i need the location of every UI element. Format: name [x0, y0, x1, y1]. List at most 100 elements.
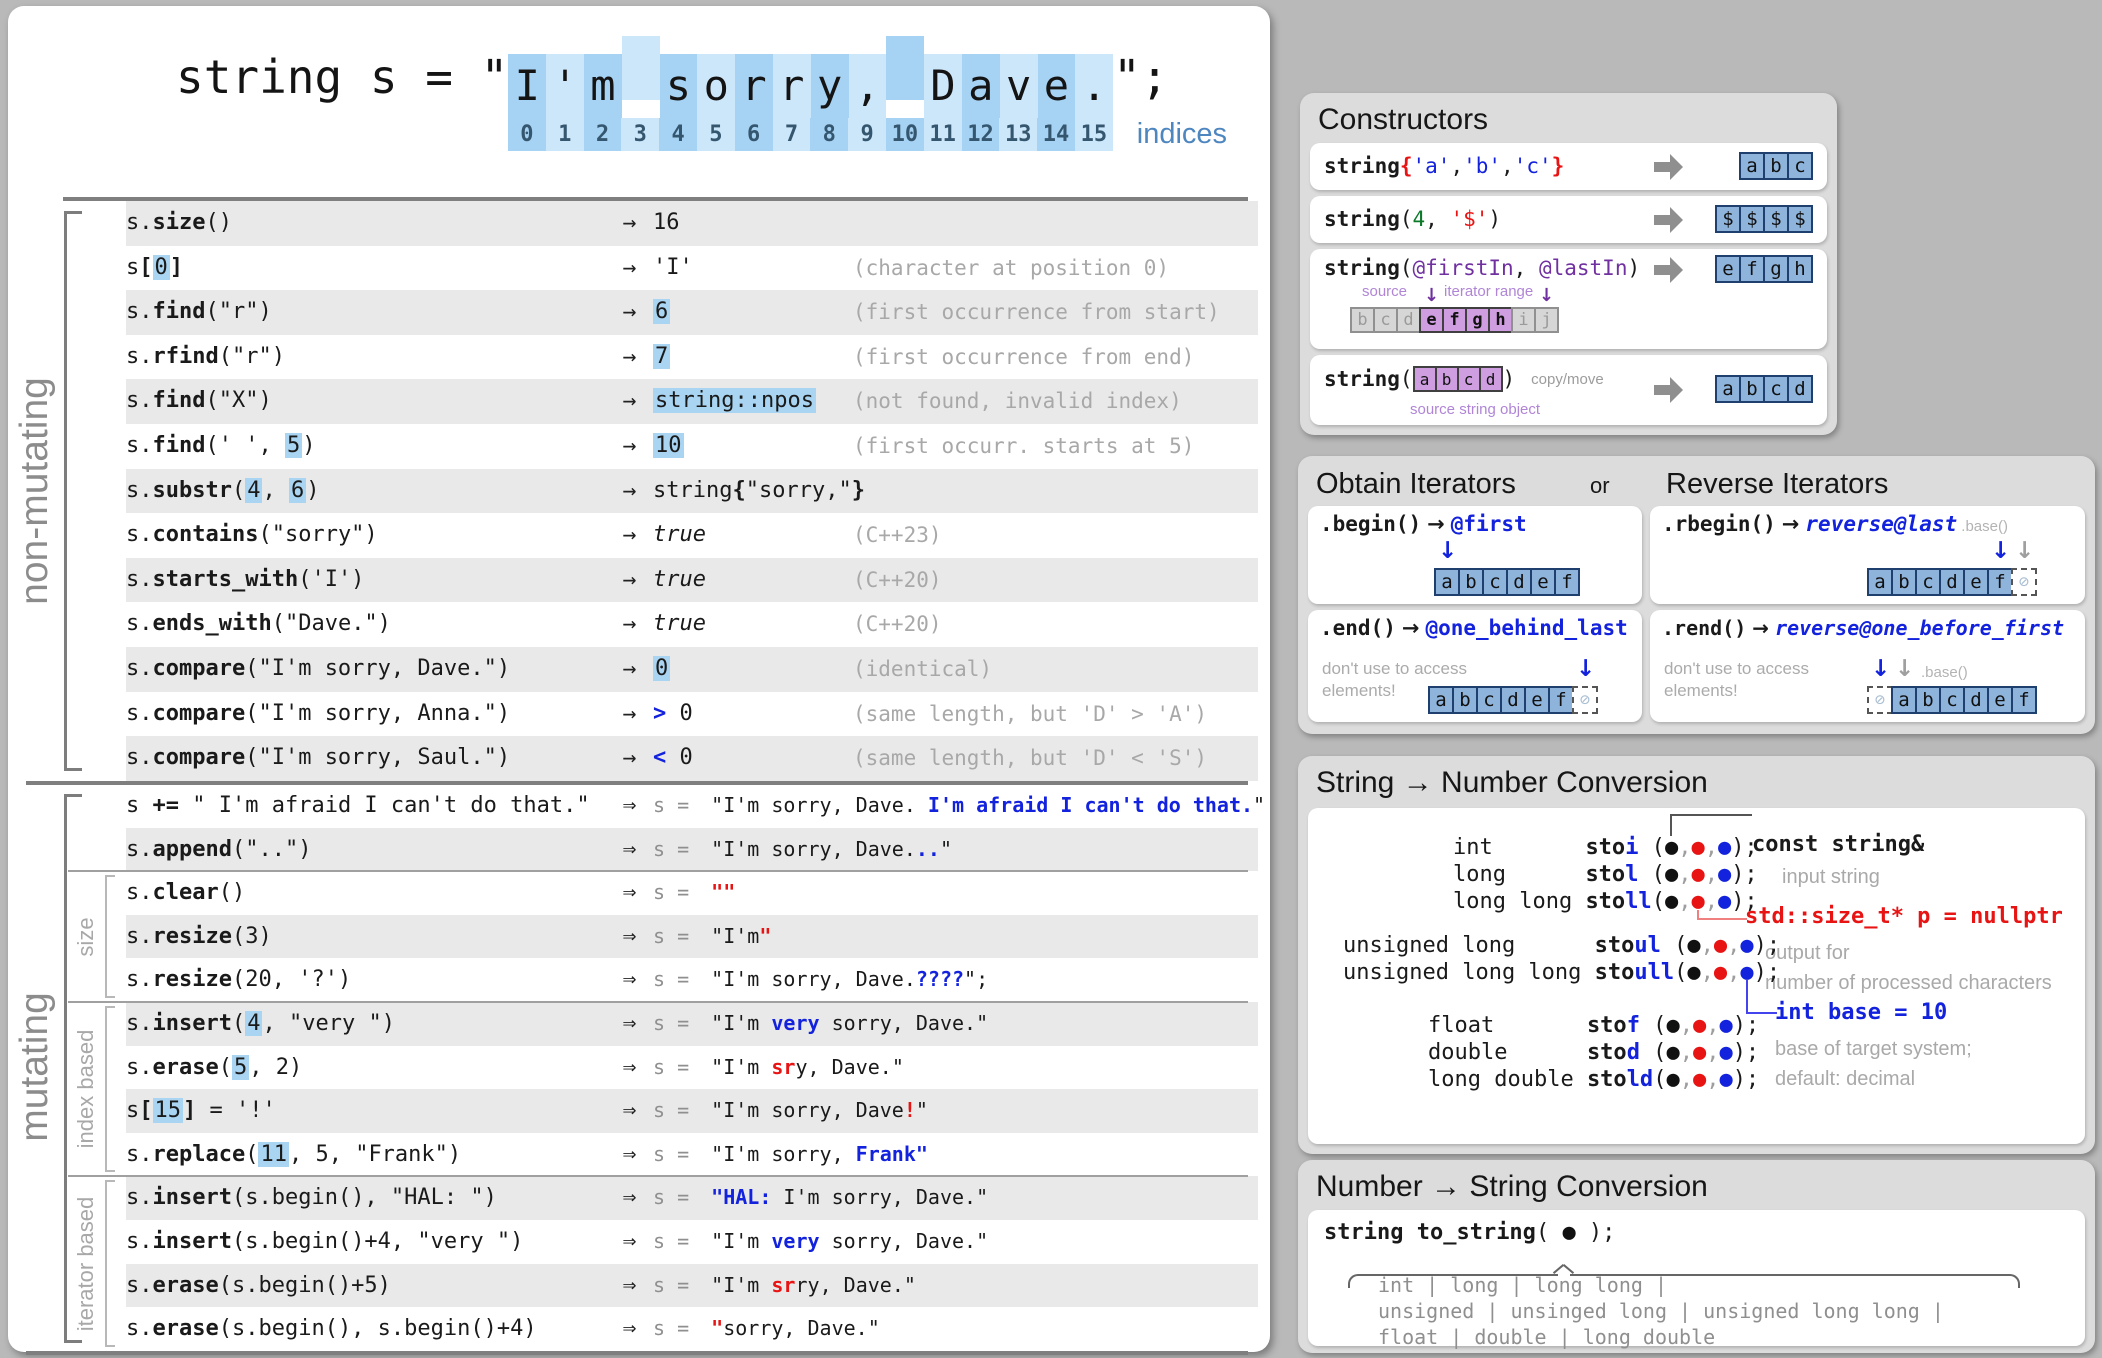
constructor-code: string( abcd )copy/move: [1324, 363, 1604, 395]
down-arrow-icon: ↓: [1424, 285, 1439, 306]
return-type: long long: [1453, 888, 1585, 915]
implies-arrow-icon: ⇒: [606, 915, 653, 959]
result-prefix: s =: [653, 1142, 701, 1166]
array-cells: abcdef: [1434, 568, 1580, 596]
title-code-suffix: ";: [1113, 50, 1168, 104]
comment: (not found, invalid index): [853, 379, 1258, 424]
yields-arrow-icon: →: [606, 469, 653, 514]
annotation-input-string: input string: [1782, 866, 1880, 889]
array-cell: g: [1763, 255, 1789, 283]
string-char-cell: [622, 36, 660, 100]
result-cells: $$$$: [1715, 205, 1813, 233]
array-cell: $: [1715, 205, 1741, 233]
return-type: unsigned long long: [1343, 959, 1595, 986]
result-value: s = "I'm sry, Dave.": [653, 1046, 1258, 1090]
expression-code: s.find("X"): [126, 379, 606, 424]
arrow-icon: [1654, 207, 1684, 233]
array-cell: c: [1939, 686, 1965, 714]
expression-code: s.resize(3): [126, 915, 606, 959]
array-cell: c: [1457, 366, 1481, 392]
group-label: size: [73, 917, 99, 956]
string-char-cell: o: [697, 54, 735, 118]
result-value: s = "": [653, 871, 1258, 915]
yields-arrow-icon: →: [606, 246, 653, 291]
index-cell: 9: [848, 118, 886, 151]
annotation-base-line1: base of target system;: [1775, 1034, 1972, 1064]
expression-code: s.ends_with("Dave."): [126, 602, 606, 647]
source-cells: bcdefghij: [1350, 307, 1559, 333]
array-cell: b: [1739, 375, 1765, 403]
result-value: true: [653, 602, 853, 647]
array-cell: a: [1867, 568, 1893, 596]
string-char-cell: [886, 36, 924, 100]
source-string-object-label: source string object: [1410, 401, 1540, 418]
implies-arrow-icon: ⇒: [606, 1220, 653, 1264]
expression-code: s.compare("I'm sorry, Saul."): [126, 736, 606, 781]
array-cell: i: [1511, 307, 1536, 333]
result-value: 7: [653, 335, 853, 380]
mutating-section-label: mutating: [13, 992, 57, 1142]
method-row: s.compare("I'm sorry, Saul.")→< 0(same l…: [126, 736, 1258, 781]
expression-code: s.starts_with('I'): [126, 558, 606, 603]
source-label: source: [1362, 283, 1407, 300]
constructor-card: string(@firstIn, @lastIn)efghsource↓iter…: [1310, 249, 1827, 349]
result-prefix: s =: [653, 1098, 701, 1122]
title-code-line: string s = "I'm sorry, Dave.";: [176, 36, 1168, 118]
result-value: string{"sorry,"}: [653, 469, 853, 514]
down-arrow-icon: ↓: [2015, 538, 2034, 564]
result-value: 0: [653, 647, 853, 692]
source-string-cells: abcd: [1413, 366, 1503, 392]
mutating-bracket: [64, 794, 67, 1343]
iterator-card: .begin()→@first↓abcdef: [1308, 506, 1642, 604]
group-bracket: [105, 1180, 107, 1346]
array-cell: ⊘: [2011, 568, 2037, 596]
array-cell: f: [1987, 568, 2013, 596]
array-cell: d: [1500, 686, 1526, 714]
result-prefix: s =: [653, 793, 701, 817]
string-char-cell: s: [660, 54, 698, 118]
conversion-group: unsigned longstoul (●,●,●);unsigned long…: [1343, 932, 1780, 986]
index-cell: 14: [1037, 118, 1075, 151]
comment: (character at position 0): [853, 246, 1258, 291]
array-cell: b: [1452, 686, 1478, 714]
yields-arrow-icon: →: [606, 201, 653, 246]
expression-code: s.compare("I'm sorry, Anna."): [126, 692, 606, 737]
return-type: int: [1453, 834, 1585, 861]
array-cell: e: [1530, 568, 1556, 596]
implies-arrow-icon: ⇒: [606, 1133, 653, 1177]
index-cell: 3: [621, 118, 659, 151]
cheatsheet-screen: string s = "I'm sorry, Dave."; 012345678…: [0, 0, 2102, 1358]
iterator-range-diagram: source↓iterator range↓bcdefghij: [1350, 283, 1559, 333]
nonmutating-bracket: [64, 211, 67, 771]
result-prefix: s =: [653, 1185, 701, 1209]
string-to-number-card: const string& input string std::size_t* …: [1308, 808, 2085, 1144]
return-type: float: [1428, 1012, 1587, 1039]
method-row: s.substr(4, 6)→string{"sorry,"}: [126, 469, 1258, 514]
iterator-range-label: iterator range: [1444, 283, 1533, 300]
string-char-cell: ': [546, 54, 584, 118]
array-cell: b: [1435, 366, 1459, 392]
comment: (C++23): [853, 513, 1258, 558]
array-cell: a: [1434, 568, 1460, 596]
array-cell: e: [1524, 686, 1550, 714]
method-row: s += " I'm afraid I can't do that."⇒s = …: [126, 784, 1258, 828]
annotation-output-line1: output for: [1765, 938, 2052, 968]
array-cell: f: [1739, 255, 1765, 283]
method-row: s.insert(s.begin(), "HAL: ")⇒s = "HAL: I…: [126, 1176, 1258, 1220]
implies-arrow-icon: ⇒: [606, 958, 653, 1002]
array-cell: b: [1915, 686, 1941, 714]
method-row: s.starts_with('I')→true(C++20): [126, 558, 1258, 603]
result-value: true: [653, 513, 853, 558]
array-cell: c: [1476, 686, 1502, 714]
expression-code: s.compare("I'm sorry, Dave."): [126, 647, 606, 692]
method-row: s.erase(5, 2)⇒s = "I'm sry, Dave.": [126, 1046, 1258, 1090]
result-value: s = "I'm": [653, 915, 1258, 959]
result-prefix: s =: [653, 1011, 701, 1035]
result-value: s = "I'm sorry, Dave.????";: [653, 958, 1258, 1002]
to-string-overloads: int | long | long long |unsigned | unsin…: [1378, 1272, 1944, 1350]
result-prefix: s =: [653, 1316, 701, 1340]
conversion-row: unsigned long longstoull(●,●,●);: [1343, 959, 1780, 986]
string-char-cell: v: [1000, 54, 1038, 118]
group-bracket: [105, 1006, 107, 1172]
method-row: s.resize(3)⇒s = "I'm": [126, 915, 1258, 959]
